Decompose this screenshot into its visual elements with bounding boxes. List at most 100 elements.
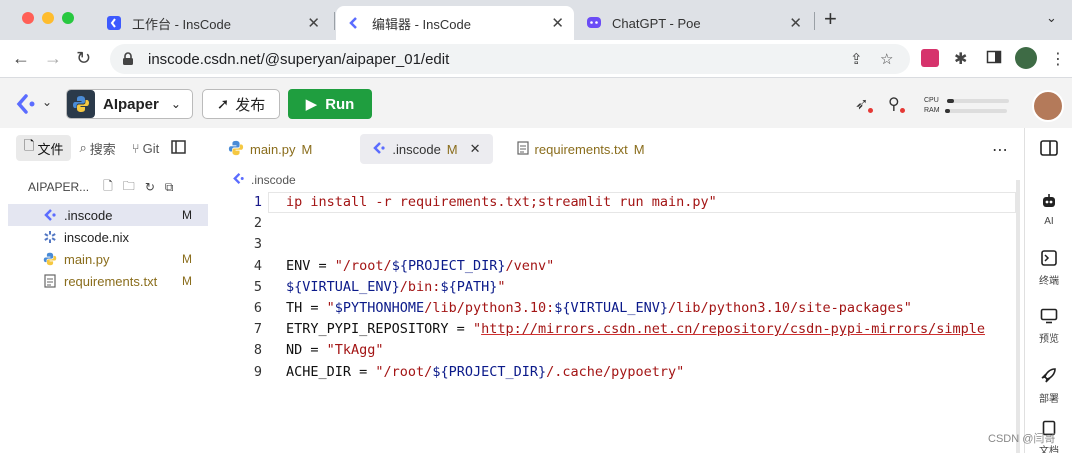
rail-ai-button[interactable]: AI — [1025, 192, 1072, 227]
tab-git[interactable]: ⑂ Git — [124, 135, 167, 161]
publish-button[interactable]: ➚ 发布 — [202, 89, 280, 119]
code-token: " — [497, 278, 506, 295]
deploy-status-icon[interactable]: ➶ — [855, 94, 868, 114]
tab-label: requirements.txt — [534, 141, 628, 157]
alert-dot — [868, 108, 873, 113]
editor-tab-inscode[interactable]: .inscode M ✕ — [360, 134, 493, 164]
tab-label: .inscode — [392, 141, 441, 157]
window-controls — [22, 12, 74, 24]
file-status: M — [182, 208, 192, 222]
cpu-label: CPU — [924, 97, 939, 104]
file-status: M — [182, 274, 192, 288]
tab-files[interactable]: 🗋 文件 — [16, 135, 72, 161]
zoom-window-button[interactable] — [62, 12, 74, 24]
rail-label: 预览 — [1039, 334, 1059, 345]
editor-tab-requirements[interactable]: requirements.txt M — [505, 134, 657, 164]
line-number: 3 — [253, 236, 262, 253]
bookmark-star-icon[interactable]: ☆ — [880, 50, 893, 68]
editor-scrollbar[interactable] — [1016, 180, 1020, 453]
code-token: ${VIRTUAL_ENV} — [286, 278, 400, 295]
extensions-puzzle-icon[interactable]: ✱ — [954, 49, 972, 68]
line-text: ETRY_PYPI_REPOSITORY = "http://mirrors.c… — [286, 319, 985, 340]
new-tab-button[interactable]: + — [824, 6, 837, 32]
new-file-icon[interactable]: 🗋 — [103, 177, 113, 198]
editor-tab-main-py[interactable]: main.py M — [216, 134, 324, 164]
tab-status: M — [633, 141, 645, 157]
line-text: ACHE_DIR = "/root/${PROJECT_DIR}/.cache/… — [286, 362, 684, 383]
line-number: 6 — [253, 299, 262, 316]
inscode-file-icon — [372, 141, 386, 158]
browser-tab-workbench[interactable]: 工作台 - InsCode ✕ — [96, 6, 330, 40]
chevron-down-icon: ⌄ — [170, 97, 181, 111]
sidepanel-icon[interactable] — [986, 49, 1004, 67]
debug-icon[interactable]: ⚲ — [888, 94, 900, 114]
code-token: /bin: — [399, 278, 441, 295]
run-button[interactable]: ▶ Run — [288, 89, 372, 119]
line-number: 8 — [253, 342, 262, 359]
tab-title: 编辑器 - InsCode — [372, 16, 471, 32]
code-token: ${PROJECT_DIR} — [432, 363, 547, 380]
toggle-sidebar-icon[interactable] — [171, 139, 186, 157]
browser-tab-editor[interactable]: 编辑器 - InsCode ✕ — [336, 6, 574, 40]
project-header[interactable]: AIPAPER... 🗋 🗀 ↻ ⧉ — [8, 176, 208, 198]
user-avatar[interactable] — [1032, 90, 1064, 122]
close-tab-icon[interactable]: ✕ — [789, 14, 802, 32]
file-item-requirements[interactable]: requirements.txt M — [8, 270, 208, 292]
code-line: 6 TH = "$PYTHONHOME/lib/python3.10:${VIRT… — [216, 298, 1016, 319]
rail-label: 部署 — [1039, 394, 1059, 405]
right-toolbar: AI 终端 预览 部署 文档 — [1024, 128, 1072, 453]
browser-menu-icon[interactable]: ⋮ — [1050, 49, 1068, 68]
tab-search[interactable]: ⌕ 搜索 — [71, 135, 123, 161]
refresh-icon[interactable]: ↻ — [145, 180, 155, 194]
more-actions-icon[interactable]: ⋯ — [992, 140, 1008, 160]
close-tab-icon[interactable]: ✕ — [307, 14, 320, 32]
code-line: 5 ${VIRTUAL_ENV}/bin:${PATH}" — [216, 277, 1016, 298]
toggle-panel-button[interactable] — [1025, 140, 1072, 159]
rail-terminal-button[interactable]: 终端 — [1025, 250, 1072, 287]
profile-avatar[interactable] — [1015, 47, 1037, 69]
line-number: 1 — [253, 194, 262, 210]
code-token: http://mirrors.csdn.net.cn/repository/cs… — [481, 321, 985, 338]
code-token: /lib/python3.10/site-packages" — [668, 299, 912, 316]
breadcrumb: .inscode — [232, 172, 296, 188]
new-folder-icon[interactable]: 🗀 — [123, 177, 135, 198]
browser-toolbar: ← → ↻ inscode.csdn.net/@superyan/aipaper… — [0, 40, 1072, 78]
code-line: 9 ACHE_DIR = "/root/${PROJECT_DIR}/.cache… — [216, 362, 1016, 383]
browser-tab-poe[interactable]: ChatGPT - Poe ✕ — [576, 6, 812, 40]
code-token: ${PATH} — [440, 278, 498, 295]
inscode-logo-icon[interactable] — [16, 94, 38, 117]
project-selector[interactable]: AIpaper ⌄ — [66, 89, 193, 119]
file-icon: 🗋 — [24, 138, 35, 153]
close-tab-icon[interactable]: ✕ — [470, 141, 481, 157]
code-token: ENV = — [286, 257, 335, 274]
reload-button[interactable]: ↻ — [76, 48, 91, 69]
git-branch-icon: ⑂ — [131, 140, 140, 156]
close-tab-icon[interactable]: ✕ — [551, 14, 564, 32]
close-window-button[interactable] — [22, 12, 34, 24]
back-button[interactable]: ← — [12, 48, 30, 69]
minimize-window-button[interactable] — [42, 12, 54, 24]
collapse-all-icon[interactable]: ⧉ — [165, 180, 174, 195]
tab-status: M — [301, 141, 313, 157]
text-file-icon — [42, 273, 58, 289]
line-text: TH = "$PYTHONHOME/lib/python3.10:${VIRTU… — [286, 298, 912, 319]
text-file-icon — [516, 140, 529, 158]
ide-header: ⌄ AIpaper ⌄ ➚ 发布 ▶ Run ➶ ⚲ CPU RAM — [0, 78, 1072, 128]
code-area[interactable]: 1 ip install -r requirements.txt;streamli… — [216, 192, 1016, 383]
code-token: " — [472, 321, 482, 338]
file-item-inscode[interactable]: .inscode M — [8, 204, 208, 226]
rail-deploy-button[interactable]: 部署 — [1025, 366, 1072, 405]
line-number: 7 — [253, 321, 262, 338]
tab-search-icon[interactable]: ⌄ — [1046, 10, 1057, 26]
address-bar[interactable]: inscode.csdn.net/@superyan/aipaper_01/ed… — [110, 44, 910, 74]
forward-button[interactable]: → — [44, 48, 62, 69]
file-name: main.py — [64, 251, 110, 267]
line-number: 5 — [253, 278, 262, 295]
translate-extension-icon[interactable] — [921, 49, 939, 67]
share-icon[interactable]: ⇪ — [850, 50, 863, 68]
file-item-inscode-nix[interactable]: inscode.nix — [8, 226, 208, 248]
rail-preview-button[interactable]: 预览 — [1025, 308, 1072, 345]
file-item-main-py[interactable]: main.py M — [8, 248, 208, 270]
chevron-down-icon[interactable]: ⌄ — [42, 95, 52, 109]
project-name: AIpaper — [103, 95, 159, 113]
